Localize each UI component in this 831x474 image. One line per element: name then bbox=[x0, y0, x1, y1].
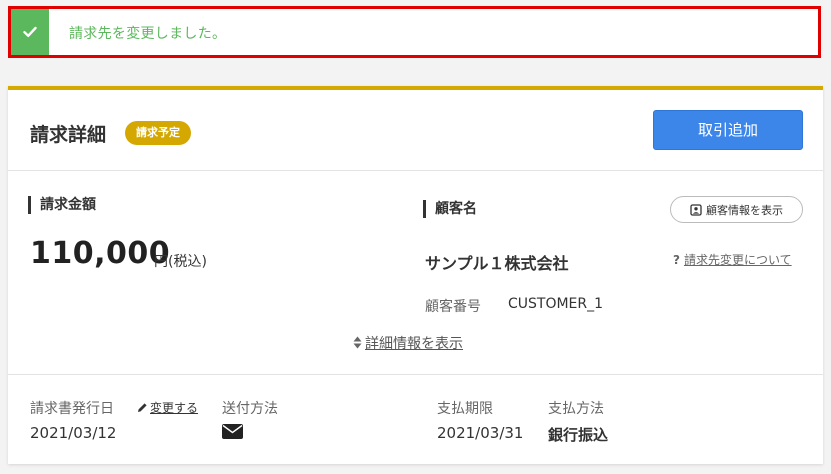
page-title: 請求詳細 bbox=[30, 124, 107, 146]
amount-section-label: 請求金額 bbox=[28, 196, 96, 214]
customer-number-label: 顧客番号 bbox=[425, 299, 481, 315]
due-date-value: 2021/03/31 bbox=[437, 424, 524, 442]
show-customer-info-button[interactable]: 顧客情報を表示 bbox=[670, 196, 803, 223]
change-issue-date-link[interactable]: 変更する bbox=[137, 399, 198, 416]
envelope-icon bbox=[222, 424, 243, 443]
change-link-label: 変更する bbox=[150, 401, 199, 415]
question-icon: ? bbox=[673, 253, 680, 267]
send-method-label: 送付方法 bbox=[222, 401, 278, 417]
pencil-icon bbox=[137, 402, 148, 416]
customer-name: サンプル１株式会社 bbox=[425, 254, 569, 273]
due-date-label: 支払期限 bbox=[437, 401, 493, 417]
contact-card-icon bbox=[690, 203, 702, 216]
billing-amount: 110,000 bbox=[30, 236, 171, 271]
billing-change-help-label: 請求先変更について bbox=[683, 253, 792, 267]
show-details-label: 詳細情報を表示 bbox=[365, 336, 463, 352]
section-divider bbox=[8, 374, 823, 375]
sort-icon bbox=[353, 336, 362, 353]
customer-number-value: CUSTOMER_1 bbox=[508, 296, 604, 312]
add-transaction-button[interactable]: 取引追加 bbox=[653, 110, 803, 150]
issue-date-value: 2021/03/12 bbox=[30, 424, 117, 442]
billing-detail-card: 請求詳細 請求予定 取引追加 請求金額 110,000 円(税込) 顧客名 顧客… bbox=[8, 86, 823, 464]
status-badge: 請求予定 bbox=[125, 121, 191, 145]
show-customer-info-label: 顧客情報を表示 bbox=[706, 203, 783, 217]
success-alert: 請求先を変更しました。 bbox=[8, 6, 821, 58]
amount-unit: 円(税込) bbox=[154, 254, 207, 270]
customer-section-label: 顧客名 bbox=[423, 200, 477, 218]
check-icon bbox=[11, 9, 49, 55]
payment-method-value: 銀行振込 bbox=[548, 426, 609, 444]
billing-change-help-link[interactable]: ? 請求先変更について bbox=[673, 251, 792, 268]
card-header: 請求詳細 請求予定 取引追加 bbox=[8, 90, 823, 171]
payment-method-label: 支払方法 bbox=[548, 401, 604, 417]
alert-message: 請求先を変更しました。 bbox=[69, 26, 227, 42]
issue-date-label: 請求書発行日 bbox=[30, 401, 114, 417]
show-details-toggle[interactable]: 詳細情報を表示 bbox=[353, 333, 463, 353]
